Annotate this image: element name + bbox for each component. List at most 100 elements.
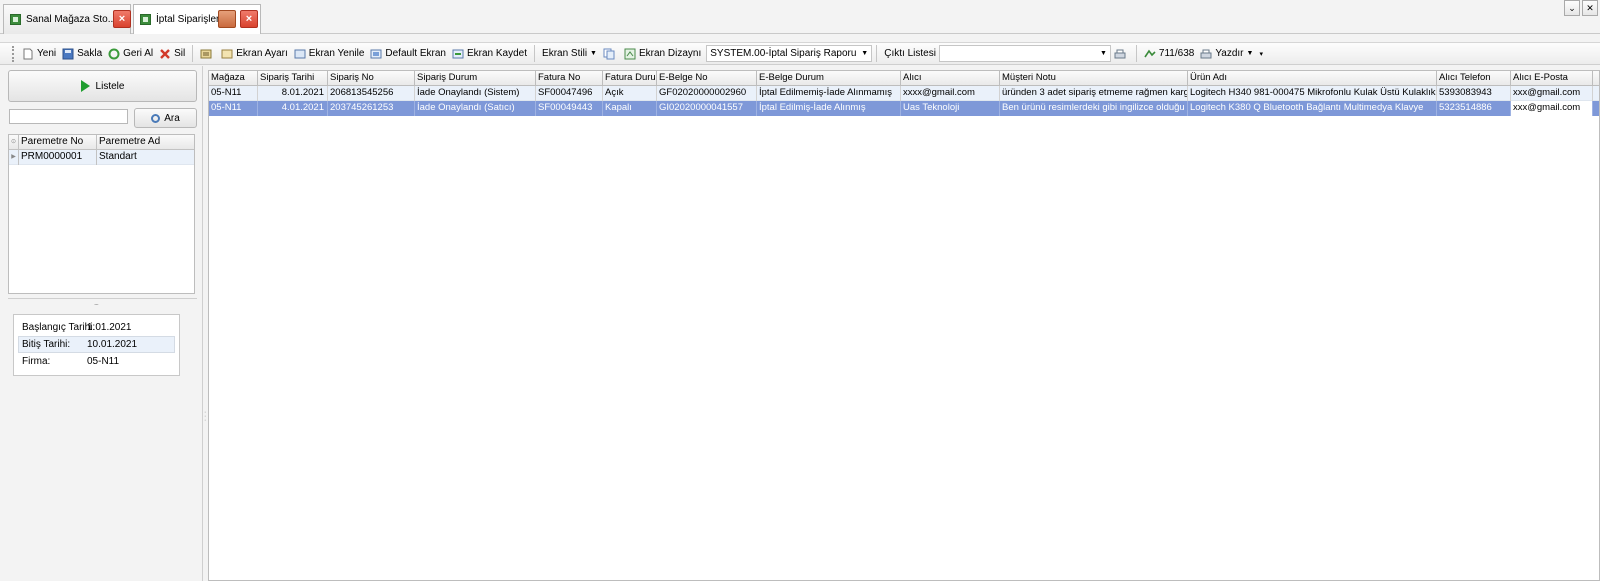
floppy-icon — [62, 48, 74, 59]
orders-grid: Mağaza Sipariş Tarihi Sipariş No Sipariş… — [208, 70, 1600, 581]
column-header[interactable]: Müşteri Notu — [1000, 71, 1188, 86]
screen-style-dropdown[interactable]: Ekran Stili ▼ — [539, 44, 600, 63]
parameter-grid-header: ⊙ Paremetre No Paremetre Ad — [9, 134, 194, 150]
toolbar-separator — [876, 45, 878, 62]
ebelge-status-cell: İptal Edilmemiş-İade Alınmamış — [757, 85, 901, 101]
print-preview-button[interactable] — [1111, 44, 1132, 63]
info-row-company: Firma: 05-N11 — [18, 353, 175, 370]
screen-save-label: Ekran Kaydet — [466, 48, 528, 59]
search-input[interactable] — [9, 109, 128, 124]
column-header[interactable]: E-Belge Durum — [757, 71, 901, 86]
new-button[interactable]: Yeni — [19, 44, 59, 63]
column-header[interactable]: Fatura No — [536, 71, 603, 86]
undo-label: Geri Al — [123, 48, 154, 59]
column-header[interactable]: Alıcı — [901, 71, 1000, 86]
save-button[interactable]: Sakla — [59, 44, 105, 63]
printer-icon — [1200, 49, 1212, 58]
chevron-down-icon: ▼ — [861, 50, 869, 57]
delete-x-icon — [160, 48, 170, 59]
screen-design-button[interactable]: Ekran Dizaynı — [621, 44, 704, 63]
recipient-phone-cell: 5323514886 — [1437, 101, 1511, 116]
print-dropdown[interactable]: Yazdır ▼ — [1197, 44, 1256, 63]
customer-note-cell: Ben ürünü resimlerdeki gibi ingilizce ol… — [1000, 101, 1188, 116]
column-header[interactable]: E-Belge No — [657, 71, 757, 86]
column-header[interactable]: Alıcı Telefon — [1437, 71, 1511, 86]
grip-dots: · · · — [204, 409, 207, 424]
column-header[interactable]: Paremetre No — [19, 134, 97, 150]
toolbar-separator — [192, 45, 194, 62]
screen-design-label: Ekran Dizaynı — [638, 48, 702, 59]
start-date-label: Başlangıç Tarihi: — [22, 322, 96, 333]
screen-save-button[interactable]: Ekran Kaydet — [449, 44, 530, 63]
default-screen-label: Default Ekran — [385, 48, 446, 59]
search-icon — [151, 113, 161, 123]
excel-icon — [140, 14, 151, 25]
company-value: 05-N11 — [87, 356, 120, 367]
chevron-down-icon: ▼ — [1099, 50, 1107, 57]
column-header[interactable]: Paremetre Ad — [97, 135, 194, 150]
screen-design-value: SYSTEM.00-İptal Sipariş Raporu — [710, 48, 857, 59]
undo-button[interactable]: Geri Al — [105, 44, 156, 63]
column-header[interactable]: Mağaza — [209, 71, 258, 86]
invoice-no-cell: SF00049443 — [536, 101, 603, 116]
output-list-select[interactable]: ▼ — [938, 45, 1111, 62]
screen-refresh-button[interactable]: Ekran Yenile — [291, 44, 368, 63]
recipient-email-cell: xxx@gmail.com — [1511, 85, 1593, 101]
ebelge-status-cell: İptal Edilmiş-İade Alınmış — [757, 101, 901, 116]
record-count: 711/638 — [1141, 44, 1197, 63]
print-label: Yazdır — [1215, 48, 1244, 59]
screen-design-select[interactable]: SYSTEM.00-İptal Sipariş Raporu ▼ — [706, 45, 873, 62]
order-status-cell: İade Onaylandı (Satıcı) — [415, 101, 536, 116]
copy-button[interactable] — [600, 44, 621, 63]
default-screen-icon — [370, 49, 382, 58]
tab-iptal-siparisler[interactable]: İptal Siparişler × — [133, 4, 261, 34]
recipient-cell: Uas Teknoloji — [901, 101, 1000, 116]
export-button[interactable] — [197, 44, 218, 63]
new-label: Yeni — [37, 48, 57, 59]
column-header[interactable]: Alıcı E-Posta — [1511, 71, 1593, 86]
invoice-no-cell: SF00047496 — [536, 85, 603, 101]
order-no-cell: 203745261253 — [328, 101, 415, 116]
chevron-down-icon: ▼ — [590, 50, 597, 57]
default-screen-button[interactable]: Default Ekran — [367, 44, 449, 63]
start-date-value: 1.01.2021 — [87, 322, 132, 333]
search-button-label: Ara — [164, 112, 180, 124]
toolbar-grip[interactable] — [12, 45, 15, 62]
collapse-window-button[interactable]: ⌄ — [1564, 0, 1580, 16]
screen-style-label: Ekran Stili — [542, 48, 588, 59]
column-header[interactable]: Sipariş No — [328, 71, 415, 86]
horizontal-splitter[interactable]: .... — [8, 298, 197, 307]
grip-dots: .... — [94, 300, 99, 307]
toolbar-overflow-button[interactable]: ▾ — [1256, 44, 1266, 63]
table-row[interactable]: ▶ PRM0000001 Standart — [9, 149, 194, 165]
info-row-end-date: Bitiş Tarihi: 10.01.2021 — [18, 336, 175, 353]
delete-button[interactable]: Sil — [156, 44, 188, 63]
delete-label: Sil — [174, 48, 186, 59]
table-row-selected[interactable]: 05-N11 4.01.2021 203745261253 İade Onayl… — [209, 101, 1599, 116]
tab-label: İptal Siparişler — [156, 14, 220, 25]
product-name-cell: Logitech H340 981-000475 Mikrofonlu Kula… — [1188, 85, 1437, 101]
recipient-cell: xxxx@gmail.com — [901, 85, 1000, 101]
play-icon — [80, 80, 90, 92]
screen-refresh-label: Ekran Yenile — [308, 48, 365, 59]
close-tab-icon[interactable]: × — [240, 10, 258, 28]
table-row[interactable]: 05-N11 8.01.2021 206813545256 İade Onayl… — [209, 85, 1599, 101]
end-date-value: 10.01.2021 — [87, 339, 138, 350]
filter-info-box: Başlangıç Tarihi: 1.01.2021 Bitiş Tarihi… — [13, 314, 180, 376]
tab-sanal-magaza[interactable]: Sanal Mağaza Sto... × — [3, 4, 131, 34]
column-header[interactable]: Sipariş Tarihi — [258, 71, 328, 86]
search-button[interactable]: Ara — [134, 108, 197, 128]
recipient-phone-cell: 5393083943 — [1437, 85, 1511, 101]
close-tab-icon[interactable]: × — [113, 10, 131, 28]
column-header[interactable]: Ürün Adı — [1188, 71, 1437, 86]
screen-settings-label: Ekran Ayarı — [236, 48, 288, 59]
toolbar-separator — [1135, 45, 1137, 62]
tab-strip: Sanal Mağaza Sto... × İptal Siparişler ×… — [0, 0, 1600, 34]
screen-settings-button[interactable]: Ekran Ayarı — [218, 44, 291, 63]
column-header[interactable]: Fatura Durumu — [603, 71, 657, 86]
column-header[interactable]: Sipariş Durum — [415, 71, 536, 86]
close-window-button[interactable]: ✕ — [1582, 0, 1598, 16]
pin-tab-icon[interactable] — [218, 10, 236, 28]
list-button[interactable]: Listele — [8, 70, 197, 102]
screen-save-icon — [452, 49, 464, 58]
